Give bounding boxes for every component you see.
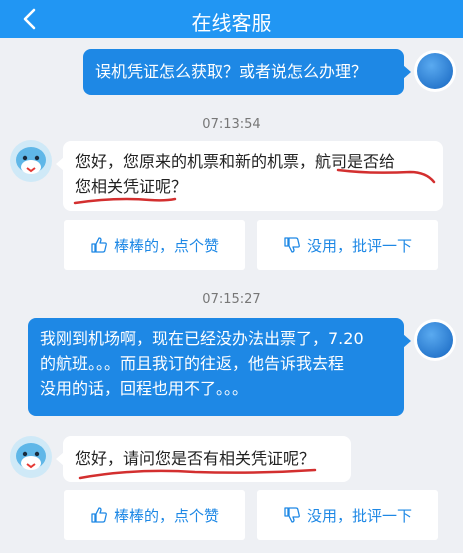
dislike-label: 没用，批评一下 (306, 506, 412, 525)
agent-avatar (10, 436, 52, 478)
thumbs-up-icon (91, 507, 107, 523)
like-button[interactable]: 棒棒的，点个赞 (64, 490, 245, 540)
dislike-label: 没用，批评一下 (306, 236, 412, 255)
thumbs-down-icon (284, 507, 300, 523)
handwritten-underline (78, 468, 317, 480)
user-message-bubble: 我刚到机场啊，现在已经没办法出票了，7.20 的航班。。。而且我订的往返，他告诉… (28, 318, 411, 416)
timestamp: 07:15:27 (202, 292, 261, 307)
timestamp: 07:13:54 (202, 117, 261, 132)
handwritten-underline (73, 168, 436, 205)
page-title: 在线客服 (191, 11, 272, 35)
agent-avatar (10, 140, 52, 182)
message-text-line: 的航班。。。而且我订的往返，他告诉我去程 (40, 354, 345, 373)
thumbs-down-icon (284, 237, 300, 253)
like-button[interactable]: 棒棒的，点个赞 (64, 220, 245, 270)
message-text: 误机凭证怎么获取？或者说怎么办理？ (95, 62, 368, 81)
dolphin-mascot-icon (10, 140, 52, 182)
user-avatar (414, 50, 456, 92)
message-text-line: 我刚到机场啊，现在已经没办法出票了，7.20 (40, 329, 364, 348)
like-label: 棒棒的，点个赞 (113, 506, 219, 525)
like-label: 棒棒的，点个赞 (113, 236, 219, 255)
user-message-bubble: 误机凭证怎么获取？或者说怎么办理？ (83, 49, 411, 95)
dolphin-mascot-icon (10, 436, 52, 478)
thumbs-up-icon (91, 237, 107, 253)
message-text-line: 没用的话，回程也用不了。。。 (40, 379, 249, 398)
dislike-button[interactable]: 没用，批评一下 (257, 490, 438, 540)
user-avatar (414, 319, 456, 361)
header-bar: 在线客服 (0, 0, 463, 38)
dislike-button[interactable]: 没用，批评一下 (257, 220, 438, 270)
